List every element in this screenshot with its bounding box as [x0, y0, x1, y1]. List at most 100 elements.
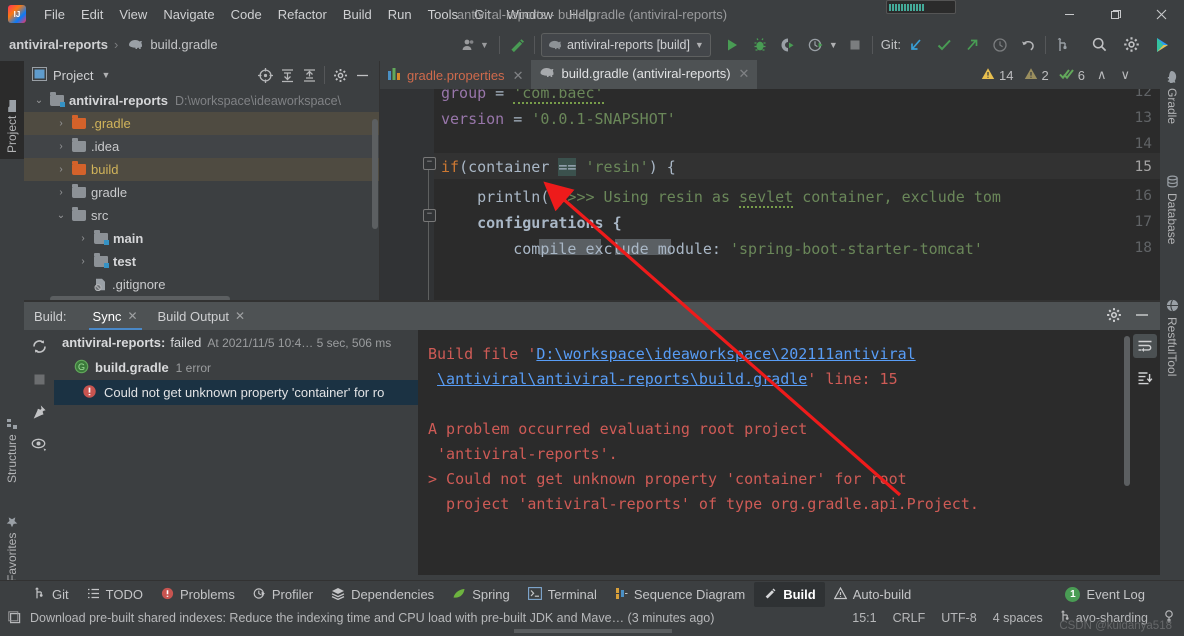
chevron-right-icon[interactable]: ›: [54, 164, 68, 175]
tree-row-main[interactable]: › main: [24, 227, 379, 250]
debug-icon[interactable]: [749, 34, 771, 56]
menu-refactor[interactable]: Refactor: [270, 4, 335, 25]
project-file-tree[interactable]: ⌄ antiviral-reports D:\workspace\ideawor…: [24, 89, 379, 302]
git-branch-icon[interactable]: [1052, 34, 1074, 56]
fold-region-icon[interactable]: −: [423, 157, 436, 170]
close-icon[interactable]: ✕: [739, 66, 750, 82]
sidebar-item-gradle[interactable]: Gradle: [1160, 65, 1184, 161]
chevron-right-icon[interactable]: ›: [76, 256, 90, 267]
bottom-item-build[interactable]: Build: [754, 582, 825, 607]
search-icon[interactable]: [1088, 34, 1110, 56]
locate-icon[interactable]: [254, 64, 276, 86]
expand-all-icon[interactable]: [276, 64, 298, 86]
console-link[interactable]: D:\workspace\ideaworkspace\202111antivir…: [536, 345, 915, 363]
file-encoding[interactable]: UTF-8: [941, 611, 976, 625]
tab-build-gradle[interactable]: build.gradle (antiviral-reports) ✕: [531, 60, 758, 89]
hide-icon[interactable]: [351, 64, 373, 86]
avatar-chevron-down-icon[interactable]: ▼: [480, 40, 489, 50]
bottom-item-profiler[interactable]: Profiler: [244, 583, 322, 607]
notification-icon[interactable]: [8, 611, 22, 625]
sidebar-item-project[interactable]: Project: [0, 61, 24, 159]
menu-git[interactable]: Git: [466, 4, 499, 25]
hide-icon[interactable]: [1134, 307, 1150, 326]
inspection-widget[interactable]: 14 2 6 ∧ ∨: [981, 62, 1134, 88]
menu-run[interactable]: Run: [380, 4, 420, 25]
bottom-item-sequence-diagram[interactable]: Sequence Diagram: [606, 583, 754, 607]
gear-icon[interactable]: [329, 64, 351, 86]
editor-gutter[interactable]: [379, 89, 434, 302]
git-rollback-icon[interactable]: [1017, 34, 1039, 56]
menu-code[interactable]: Code: [223, 4, 270, 25]
build-console[interactable]: Build file 'D:\workspace\ideaworkspace\2…: [418, 330, 1160, 575]
menu-window[interactable]: Window: [499, 4, 561, 25]
ide-assistant-icon[interactable]: [1152, 34, 1174, 56]
bottom-item-todo[interactable]: TODO: [78, 583, 152, 607]
tab-build-output[interactable]: Build Output ✕: [148, 302, 256, 330]
console-scrollbar[interactable]: [1124, 336, 1130, 486]
run-configuration-selector[interactable]: antiviral-reports [build] ▼: [540, 32, 711, 57]
project-tree-scrollbar[interactable]: [372, 119, 378, 229]
indent-setting[interactable]: 4 spaces: [993, 611, 1043, 625]
caret-position[interactable]: 15:1: [852, 611, 876, 625]
tree-row-dot-idea[interactable]: › .idea: [24, 135, 379, 158]
menu-navigate[interactable]: Navigate: [155, 4, 222, 25]
rerun-icon[interactable]: [31, 338, 48, 358]
bottom-item-auto-build[interactable]: Auto-build: [825, 583, 921, 607]
bottom-item-spring[interactable]: Spring: [443, 583, 519, 607]
profile-chevron-down-icon[interactable]: ▼: [829, 40, 838, 50]
build-result-tree[interactable]: antiviral-reports: failed At 2021/11/5 1…: [54, 330, 418, 575]
profile-icon[interactable]: [805, 34, 827, 56]
bottom-item-dependencies[interactable]: Dependencies: [322, 583, 443, 607]
tab-gradle-properties[interactable]: gradle.properties ✕: [379, 62, 531, 89]
line-separator[interactable]: CRLF: [893, 611, 926, 625]
breadcrumb-project[interactable]: antiviral-reports: [9, 37, 108, 52]
build-tree-row-file[interactable]: G build.gradle 1 error: [54, 355, 418, 380]
window-resize-handle[interactable]: [514, 629, 672, 633]
chevron-down-icon[interactable]: ⌄: [54, 210, 68, 221]
pin-icon[interactable]: [31, 404, 47, 423]
close-icon[interactable]: ✕: [127, 309, 137, 323]
minimize-button[interactable]: [1046, 0, 1092, 28]
avatar-icon[interactable]: [458, 34, 480, 56]
console-link[interactable]: \antiviral\antiviral-reports\build.gradl…: [437, 370, 807, 388]
menu-help[interactable]: Help: [561, 4, 604, 25]
build-tree-row-error[interactable]: Could not get unknown property 'containe…: [54, 380, 418, 405]
hammer-icon[interactable]: [506, 34, 528, 56]
close-button[interactable]: [1138, 0, 1184, 28]
tab-sync[interactable]: Sync ✕: [83, 302, 148, 330]
bottom-item-problems[interactable]: Problems: [152, 583, 244, 607]
tree-row-test[interactable]: › test: [24, 250, 379, 273]
breadcrumb-file[interactable]: build.gradle: [150, 37, 217, 52]
sidebar-item-database[interactable]: Database: [1160, 169, 1184, 281]
chevron-right-icon[interactable]: ›: [76, 233, 90, 244]
run-icon[interactable]: [721, 34, 743, 56]
soft-wrap-icon[interactable]: [1133, 334, 1157, 358]
tree-row-gitignore[interactable]: .gitignore: [24, 273, 379, 296]
bottom-item-event-log[interactable]: 1 Event Log: [1056, 583, 1154, 606]
build-tree-row-root[interactable]: antiviral-reports: failed At 2021/11/5 1…: [54, 330, 418, 355]
close-icon[interactable]: ✕: [235, 309, 245, 323]
chevron-down-icon[interactable]: ⌄: [32, 95, 46, 106]
chevron-right-icon[interactable]: ›: [54, 141, 68, 152]
previous-problem-icon[interactable]: ∧: [1097, 67, 1107, 83]
menu-tools[interactable]: Tools: [420, 4, 466, 25]
eye-icon[interactable]: [31, 437, 48, 455]
git-commit-icon[interactable]: [933, 34, 955, 56]
tree-row-gradle[interactable]: › gradle: [24, 181, 379, 204]
gear-icon[interactable]: [1120, 34, 1142, 56]
tree-row-dot-gradle[interactable]: › .gradle: [24, 112, 379, 135]
sidebar-item-restfultool[interactable]: RestfulTool: [1160, 293, 1184, 409]
sidebar-item-favorites[interactable]: Favorites: [0, 486, 24, 588]
collapse-all-icon[interactable]: [298, 64, 320, 86]
fold-region-icon[interactable]: −: [423, 209, 436, 222]
sidebar-item-structure[interactable]: Structure: [0, 381, 24, 489]
bottom-item-terminal[interactable]: Terminal: [519, 583, 606, 607]
menu-file[interactable]: File: [36, 4, 73, 25]
git-push-icon[interactable]: [961, 34, 983, 56]
code-view[interactable]: 12 13 14 15 16 17 18 − − group = 'com.ba…: [379, 89, 1160, 302]
chevron-down-icon[interactable]: ▼: [695, 40, 704, 50]
menu-edit[interactable]: Edit: [73, 4, 111, 25]
tree-row-build[interactable]: › build: [24, 158, 379, 181]
chevron-down-icon[interactable]: ▼: [101, 70, 110, 80]
gear-icon[interactable]: [1106, 307, 1122, 326]
